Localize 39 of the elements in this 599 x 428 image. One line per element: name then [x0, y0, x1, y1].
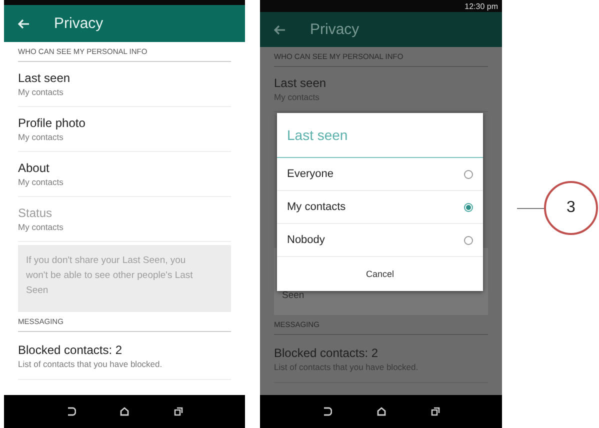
option-label: Everyone: [287, 168, 334, 180]
step-number: 3: [544, 181, 598, 235]
radio-option[interactable]: Everyone: [277, 158, 483, 191]
option-label: Nobody: [287, 234, 325, 246]
radio-button[interactable]: [464, 170, 473, 178]
back-arrow-icon[interactable]: [274, 24, 286, 34]
note-text: Seen: [282, 289, 304, 303]
dialog-title: Last seen: [277, 113, 483, 158]
radio-button[interactable]: [464, 202, 473, 212]
back-icon[interactable]: [66, 407, 76, 416]
setting-title: Last seen: [18, 71, 72, 85]
cancel-button[interactable]: Cancel: [277, 257, 483, 291]
home-icon[interactable]: [376, 407, 386, 416]
recent-apps-icon[interactable]: [430, 407, 440, 416]
setting-title: Blocked contacts: 2: [18, 342, 124, 356]
setting-title: Last seen: [274, 76, 328, 90]
setting-title: Blocked contacts: 2: [274, 346, 380, 360]
setting-title: Status: [18, 206, 54, 220]
status-time: 12:30 pm: [464, 2, 498, 10]
screen-title: Privacy: [54, 15, 104, 32]
setting-value: My contacts: [18, 177, 64, 187]
option-label: My contacts: [287, 201, 346, 213]
radio-button[interactable]: [464, 236, 473, 244]
setting-row[interactable]: Blocked contacts: 2 List of contacts that you have blocked.: [18, 332, 231, 380]
screen-title: Privacy: [310, 21, 360, 38]
setting-value: My contacts: [18, 222, 64, 232]
setting-row[interactable]: About My contacts: [18, 152, 231, 197]
home-icon[interactable]: [120, 407, 130, 416]
setting-title: About: [18, 161, 50, 175]
recent-apps-icon[interactable]: [174, 407, 183, 416]
setting-row[interactable]: Profile photo My contacts: [18, 107, 231, 152]
back-icon[interactable]: [322, 407, 332, 416]
setting-value: List of contacts that you have blocked.: [18, 358, 164, 368]
setting-row[interactable]: Last seen My contacts: [18, 62, 231, 107]
radio-option[interactable]: My contacts: [277, 191, 483, 224]
note-text: If you don't share your Last Seen, you won't be able to see other people's Last Seen: [26, 254, 194, 298]
setting-value: My contacts: [18, 87, 64, 97]
setting-value: My contacts: [18, 132, 64, 142]
setting-title: Profile photo: [18, 116, 86, 130]
